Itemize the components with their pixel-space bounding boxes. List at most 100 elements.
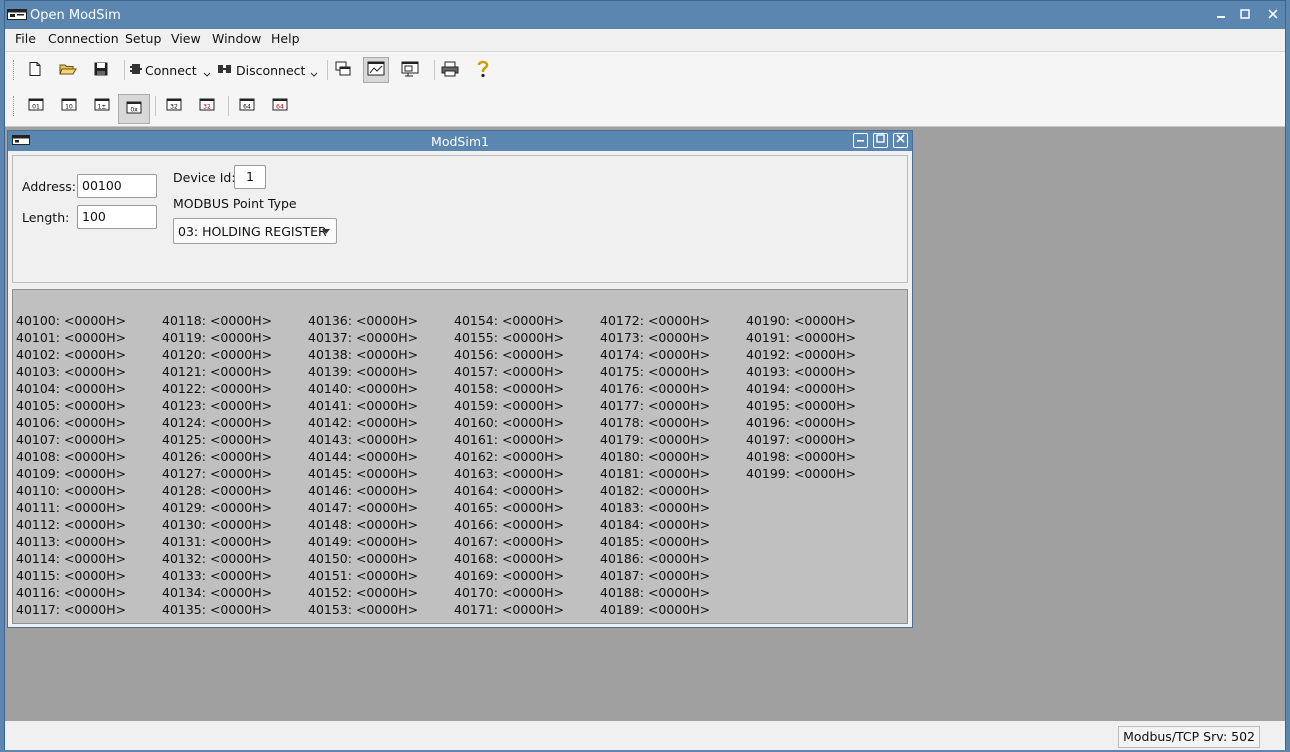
new-file-button[interactable] xyxy=(22,57,48,83)
register-item[interactable]: 40144: <0000H> xyxy=(308,448,418,465)
register-item[interactable]: 40136: <0000H> xyxy=(308,312,418,329)
register-item[interactable]: 40147: <0000H> xyxy=(308,499,418,516)
menu-connection[interactable]: Connection xyxy=(45,31,122,46)
register-item[interactable]: 40133: <0000H> xyxy=(162,567,272,584)
format-hex-button[interactable]: 0x xyxy=(118,94,150,124)
register-item[interactable]: 40171: <0000H> xyxy=(454,601,564,618)
register-item[interactable]: 40169: <0000H> xyxy=(454,567,564,584)
display-traffic-button[interactable] xyxy=(397,57,423,83)
register-item[interactable]: 40192: <0000H> xyxy=(746,346,856,363)
register-item[interactable]: 40172: <0000H> xyxy=(600,312,710,329)
register-item[interactable]: 40155: <0000H> xyxy=(454,329,564,346)
register-item[interactable]: 40120: <0000H> xyxy=(162,346,272,363)
register-item[interactable]: 40182: <0000H> xyxy=(600,482,710,499)
register-item[interactable]: 40143: <0000H> xyxy=(308,431,418,448)
register-item[interactable]: 40140: <0000H> xyxy=(308,380,418,397)
register-item[interactable]: 40177: <0000H> xyxy=(600,397,710,414)
register-item[interactable]: 40173: <0000H> xyxy=(600,329,710,346)
register-item[interactable]: 40119: <0000H> xyxy=(162,329,272,346)
child-minimize-button[interactable] xyxy=(853,133,868,148)
register-item[interactable]: 40137: <0000H> xyxy=(308,329,418,346)
register-item[interactable]: 40110: <0000H> xyxy=(16,482,126,499)
register-item[interactable]: 40113: <0000H> xyxy=(16,533,126,550)
register-item[interactable]: 40117: <0000H> xyxy=(16,601,126,618)
register-item[interactable]: 40153: <0000H> xyxy=(308,601,418,618)
format-float-swapped-button[interactable]: 32 xyxy=(194,93,220,119)
register-item[interactable]: 40139: <0000H> xyxy=(308,363,418,380)
register-item[interactable]: 40126: <0000H> xyxy=(162,448,272,465)
register-item[interactable]: 40146: <0000H> xyxy=(308,482,418,499)
register-item[interactable]: 40195: <0000H> xyxy=(746,397,856,414)
toolbar-grip[interactable] xyxy=(13,60,17,80)
length-input[interactable]: 100 xyxy=(77,205,157,229)
format-decimal-button[interactable]: 10 xyxy=(56,93,82,119)
register-item[interactable]: 40100: <0000H> xyxy=(16,312,126,329)
register-item[interactable]: 40104: <0000H> xyxy=(16,380,126,397)
register-item[interactable]: 40103: <0000H> xyxy=(16,363,126,380)
child-maximize-button[interactable] xyxy=(873,133,888,148)
tile-windows-button[interactable] xyxy=(331,57,357,83)
register-item[interactable]: 40125: <0000H> xyxy=(162,431,272,448)
app-titlebar[interactable]: Open ModSim xyxy=(5,1,1285,29)
menu-file[interactable]: File xyxy=(12,31,39,46)
register-item[interactable]: 40138: <0000H> xyxy=(308,346,418,363)
register-item[interactable]: 40178: <0000H> xyxy=(600,414,710,431)
register-item[interactable]: 40123: <0000H> xyxy=(162,397,272,414)
toolbar-grip[interactable] xyxy=(13,96,17,116)
menu-window[interactable]: Window xyxy=(209,31,264,46)
register-item[interactable]: 40141: <0000H> xyxy=(308,397,418,414)
register-item[interactable]: 40135: <0000H> xyxy=(162,601,272,618)
register-item[interactable]: 40128: <0000H> xyxy=(162,482,272,499)
register-item[interactable]: 40158: <0000H> xyxy=(454,380,564,397)
register-item[interactable]: 40156: <0000H> xyxy=(454,346,564,363)
point-type-select[interactable]: 03: HOLDING REGISTER xyxy=(173,218,337,244)
register-item[interactable]: 40196: <0000H> xyxy=(746,414,856,431)
register-item[interactable]: 40121: <0000H> xyxy=(162,363,272,380)
child-close-button[interactable] xyxy=(893,133,908,148)
disconnect-dropdown[interactable] xyxy=(309,66,319,82)
register-item[interactable]: 40164: <0000H> xyxy=(454,482,564,499)
register-item[interactable]: 40163: <0000H> xyxy=(454,465,564,482)
register-item[interactable]: 40112: <0000H> xyxy=(16,516,126,533)
register-item[interactable]: 40134: <0000H> xyxy=(162,584,272,601)
connect-dropdown[interactable] xyxy=(202,66,212,82)
register-item[interactable]: 40131: <0000H> xyxy=(162,533,272,550)
menu-setup[interactable]: Setup xyxy=(122,31,164,46)
register-item[interactable]: 40142: <0000H> xyxy=(308,414,418,431)
register-item[interactable]: 40187: <0000H> xyxy=(600,567,710,584)
register-item[interactable]: 40116: <0000H> xyxy=(16,584,126,601)
register-item[interactable]: 40145: <0000H> xyxy=(308,465,418,482)
register-item[interactable]: 40193: <0000H> xyxy=(746,363,856,380)
register-item[interactable]: 40152: <0000H> xyxy=(308,584,418,601)
register-item[interactable]: 40154: <0000H> xyxy=(454,312,564,329)
register-item[interactable]: 40130: <0000H> xyxy=(162,516,272,533)
register-item[interactable]: 40148: <0000H> xyxy=(308,516,418,533)
register-item[interactable]: 40132: <0000H> xyxy=(162,550,272,567)
print-button[interactable] xyxy=(437,57,463,83)
register-item[interactable]: 40190: <0000H> xyxy=(746,312,856,329)
register-item[interactable]: 40161: <0000H> xyxy=(454,431,564,448)
format-binary-button[interactable]: 01 xyxy=(23,93,49,119)
panel-splitter[interactable] xyxy=(12,284,908,294)
register-item[interactable]: 40124: <0000H> xyxy=(162,414,272,431)
register-item[interactable]: 40162: <0000H> xyxy=(454,448,564,465)
register-item[interactable]: 40168: <0000H> xyxy=(454,550,564,567)
register-item[interactable]: 40160: <0000H> xyxy=(454,414,564,431)
display-graph-button[interactable] xyxy=(363,57,389,83)
disconnect-button[interactable]: Disconnect xyxy=(217,59,305,81)
register-item[interactable]: 40114: <0000H> xyxy=(16,550,126,567)
register-item[interactable]: 40198: <0000H> xyxy=(746,448,856,465)
register-item[interactable]: 40186: <0000H> xyxy=(600,550,710,567)
register-item[interactable]: 40170: <0000H> xyxy=(454,584,564,601)
register-item[interactable]: 40109: <0000H> xyxy=(16,465,126,482)
register-item[interactable]: 40174: <0000H> xyxy=(600,346,710,363)
register-item[interactable]: 40149: <0000H> xyxy=(308,533,418,550)
address-input[interactable]: 00100 xyxy=(77,174,157,198)
register-item[interactable]: 40150: <0000H> xyxy=(308,550,418,567)
register-item[interactable]: 40127: <0000H> xyxy=(162,465,272,482)
child-titlebar[interactable]: ModSim1 xyxy=(8,131,912,151)
minimize-button[interactable] xyxy=(1211,5,1231,25)
register-item[interactable]: 40181: <0000H> xyxy=(600,465,710,482)
register-item[interactable]: 40151: <0000H> xyxy=(308,567,418,584)
menu-view[interactable]: View xyxy=(168,31,204,46)
